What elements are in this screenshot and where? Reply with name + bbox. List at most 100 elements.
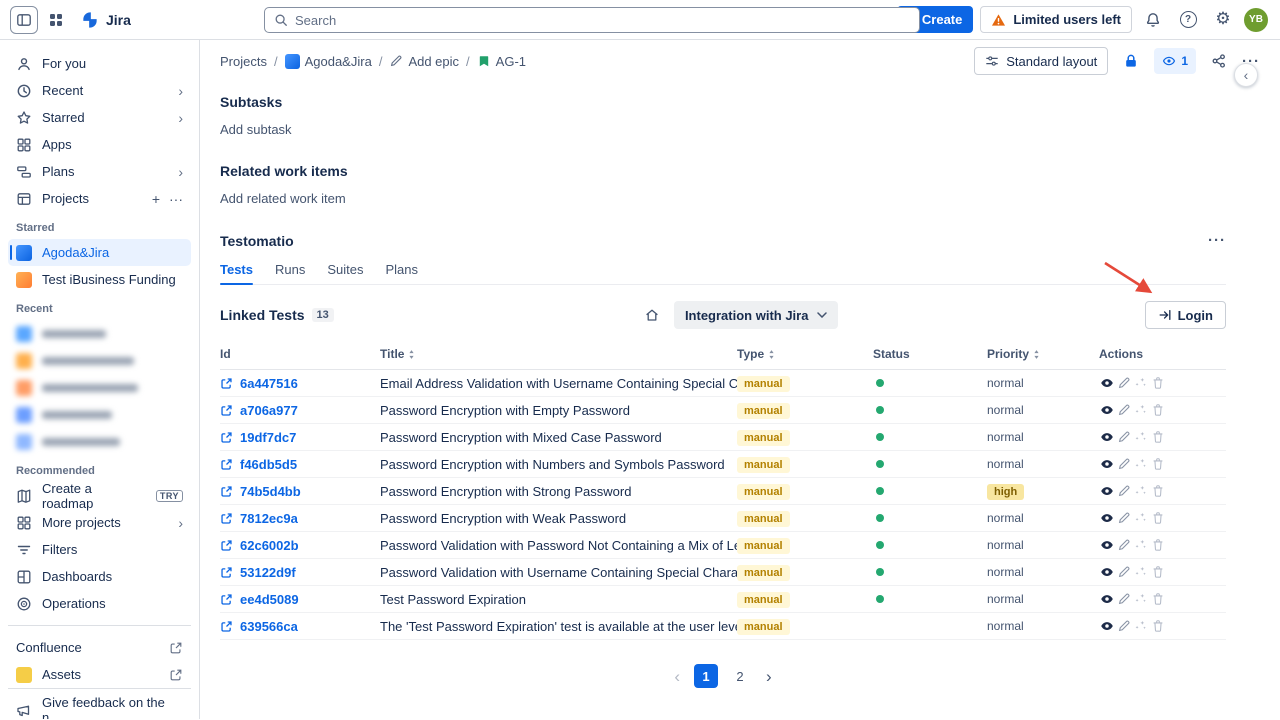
sidebar-item-plans[interactable]: Plans › bbox=[8, 158, 191, 185]
generate-test-button[interactable] bbox=[1133, 564, 1149, 580]
add-project-icon[interactable]: + bbox=[152, 192, 160, 206]
delete-test-button[interactable] bbox=[1150, 375, 1166, 391]
edit-test-button[interactable] bbox=[1116, 537, 1132, 553]
user-avatar[interactable]: YB bbox=[1244, 8, 1268, 32]
test-id-link[interactable]: 74b5d4bb bbox=[220, 484, 380, 499]
more-icon[interactable]: ··· bbox=[169, 192, 183, 206]
view-test-button[interactable] bbox=[1099, 510, 1115, 526]
next-page-button[interactable]: › bbox=[762, 668, 776, 685]
test-id-link[interactable]: a706a977 bbox=[220, 403, 380, 418]
login-button[interactable]: Login bbox=[1145, 301, 1226, 329]
sidebar-project-test-ibusiness[interactable]: Test iBusiness Funding bbox=[8, 266, 191, 293]
settings-button[interactable]: ⚙ bbox=[1209, 6, 1237, 34]
test-id-link[interactable]: 639566ca bbox=[220, 619, 380, 634]
integration-dropdown[interactable]: Integration with Jira bbox=[674, 301, 839, 329]
sidebar-toggle-button[interactable] bbox=[10, 6, 38, 34]
sidebar-item-starred[interactable]: Starred › bbox=[8, 104, 191, 131]
collapse-panel-button[interactable]: ‹ bbox=[1234, 63, 1258, 87]
test-id-link[interactable]: 7812ec9a bbox=[220, 511, 380, 526]
sidebar-project-agoda-jira[interactable]: Agoda&Jira bbox=[8, 239, 191, 266]
help-button[interactable]: ? bbox=[1174, 6, 1202, 34]
sidebar-item-projects[interactable]: Projects + ··· bbox=[8, 185, 191, 212]
column-header-title[interactable]: Title bbox=[380, 342, 737, 370]
chevron-right-icon[interactable]: › bbox=[178, 515, 183, 531]
lock-button[interactable] bbox=[1119, 49, 1143, 73]
app-switcher-button[interactable] bbox=[42, 6, 70, 34]
generate-test-button[interactable] bbox=[1133, 510, 1149, 526]
column-header-status[interactable]: Status bbox=[873, 342, 987, 370]
edit-test-button[interactable] bbox=[1116, 402, 1132, 418]
limited-users-button[interactable]: Limited users left bbox=[980, 6, 1132, 33]
view-test-button[interactable] bbox=[1099, 429, 1115, 445]
tab-plans[interactable]: Plans bbox=[386, 262, 419, 277]
test-id-link[interactable]: 53122d9f bbox=[220, 565, 380, 580]
sidebar-item-assets[interactable]: Assets bbox=[8, 661, 191, 688]
delete-test-button[interactable] bbox=[1150, 429, 1166, 445]
view-test-button[interactable] bbox=[1099, 618, 1115, 634]
view-test-button[interactable] bbox=[1099, 456, 1115, 472]
jira-home-link[interactable]: Jira bbox=[74, 10, 137, 30]
generate-test-button[interactable] bbox=[1133, 591, 1149, 607]
edit-test-button[interactable] bbox=[1116, 483, 1132, 499]
view-test-button[interactable] bbox=[1099, 402, 1115, 418]
edit-test-button[interactable] bbox=[1116, 618, 1132, 634]
column-header-type[interactable]: Type bbox=[737, 342, 873, 370]
generate-test-button[interactable] bbox=[1133, 402, 1149, 418]
delete-test-button[interactable] bbox=[1150, 456, 1166, 472]
test-id-link[interactable]: 62c6002b bbox=[220, 538, 380, 553]
generate-test-button[interactable] bbox=[1133, 618, 1149, 634]
tab-suites[interactable]: Suites bbox=[327, 262, 363, 277]
breadcrumb-issue[interactable]: AG-1 bbox=[477, 54, 526, 69]
test-id-link[interactable]: 6a447516 bbox=[220, 376, 380, 391]
delete-test-button[interactable] bbox=[1150, 591, 1166, 607]
test-id-link[interactable]: f46db5d5 bbox=[220, 457, 380, 472]
column-header-priority[interactable]: Priority bbox=[987, 342, 1099, 370]
recent-project-blurred[interactable] bbox=[8, 320, 191, 347]
view-test-button[interactable] bbox=[1099, 375, 1115, 391]
page-2-button[interactable]: 2 bbox=[728, 664, 752, 688]
generate-test-button[interactable] bbox=[1133, 483, 1149, 499]
share-button[interactable] bbox=[1207, 49, 1231, 73]
panel-more-button[interactable]: ··· bbox=[1208, 232, 1226, 249]
generate-test-button[interactable] bbox=[1133, 429, 1149, 445]
edit-test-button[interactable] bbox=[1116, 510, 1132, 526]
edit-test-button[interactable] bbox=[1116, 456, 1132, 472]
chevron-right-icon[interactable]: › bbox=[178, 83, 183, 99]
add-related-link[interactable]: Add related work item bbox=[220, 191, 1226, 206]
delete-test-button[interactable] bbox=[1150, 618, 1166, 634]
generate-test-button[interactable] bbox=[1133, 537, 1149, 553]
sidebar-item-apps[interactable]: Apps bbox=[8, 131, 191, 158]
delete-test-button[interactable] bbox=[1150, 564, 1166, 580]
column-header-id[interactable]: Id bbox=[220, 342, 380, 370]
breadcrumb-projects[interactable]: Projects bbox=[220, 54, 267, 69]
sidebar-item-filters[interactable]: Filters bbox=[8, 536, 191, 563]
recent-project-blurred[interactable] bbox=[8, 347, 191, 374]
sidebar-item-dashboards[interactable]: Dashboards bbox=[8, 563, 191, 590]
edit-test-button[interactable] bbox=[1116, 564, 1132, 580]
page-1-button[interactable]: 1 bbox=[694, 664, 718, 688]
watchers-button[interactable]: 1 bbox=[1154, 48, 1196, 74]
edit-test-button[interactable] bbox=[1116, 591, 1132, 607]
test-id-link[interactable]: ee4d5089 bbox=[220, 592, 380, 607]
generate-test-button[interactable] bbox=[1133, 375, 1149, 391]
recent-project-blurred[interactable] bbox=[8, 374, 191, 401]
sidebar-item-operations[interactable]: Operations bbox=[8, 590, 191, 617]
notifications-button[interactable] bbox=[1139, 6, 1167, 34]
breadcrumb-project[interactable]: Agoda&Jira bbox=[285, 54, 372, 69]
sidebar-item-recent[interactable]: Recent › bbox=[8, 77, 191, 104]
chevron-right-icon[interactable]: › bbox=[178, 164, 183, 180]
sidebar-item-confluence[interactable]: Confluence bbox=[8, 634, 191, 661]
tab-tests[interactable]: Tests bbox=[220, 262, 253, 277]
search-input[interactable] bbox=[295, 13, 910, 28]
tab-runs[interactable]: Runs bbox=[275, 262, 305, 277]
view-test-button[interactable] bbox=[1099, 537, 1115, 553]
recent-project-blurred[interactable] bbox=[8, 428, 191, 455]
add-subtask-link[interactable]: Add subtask bbox=[220, 122, 1226, 137]
global-search[interactable] bbox=[264, 7, 920, 33]
home-button[interactable] bbox=[640, 303, 664, 327]
prev-page-button[interactable]: ‹ bbox=[670, 668, 684, 685]
sidebar-item-for-you[interactable]: For you bbox=[8, 50, 191, 77]
delete-test-button[interactable] bbox=[1150, 537, 1166, 553]
view-test-button[interactable] bbox=[1099, 591, 1115, 607]
give-feedback-link[interactable]: Give feedback on the n... bbox=[8, 696, 191, 719]
